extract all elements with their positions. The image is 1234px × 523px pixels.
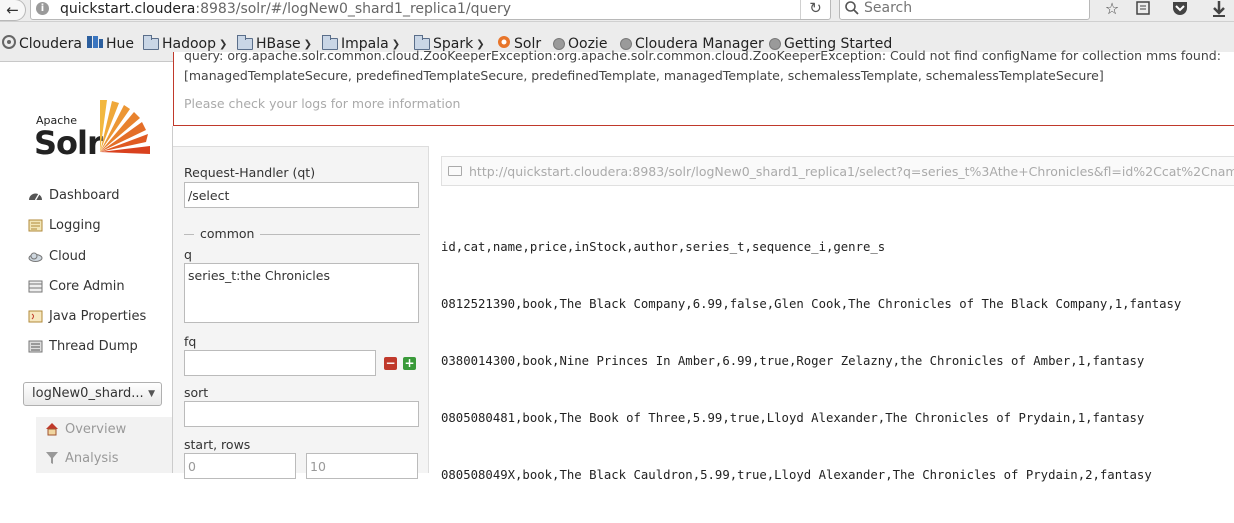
sort-input[interactable] [184,401,419,427]
reload-icon: ↻ [809,0,822,17]
sort-label: sort [184,385,209,400]
search-box[interactable] [839,0,1090,20]
error-detail: [managedTemplateSecure, predefinedTempla… [184,68,1104,83]
bookmark-star-icon[interactable]: ☆ [1102,0,1122,18]
start-input[interactable] [184,453,296,479]
request-handler-input[interactable] [184,182,419,208]
fq-label: fq [184,334,197,349]
q-textarea[interactable]: series_t:the Chronicles [184,263,419,323]
dashboard-icon [29,193,42,200]
folder-icon [143,35,159,50]
result-line: id,cat,name,price,inStock,author,series_… [441,240,886,254]
result-csv: id,cat,name,price,inStock,author,series_… [441,200,1181,523]
result-line: 0812521390,book,The Black Company,6.99,f… [441,297,1182,311]
nav-thread-dump[interactable]: Thread Dump [28,335,138,357]
nav-logging[interactable]: Logging [28,214,101,236]
hue-icon [87,35,103,53]
info-icon[interactable]: i [36,2,49,15]
back-arrow-icon: ← [6,1,19,19]
request-handler-label: Request-Handler (qt) [184,165,316,180]
add-fq-button[interactable]: + [403,357,416,370]
pocket-icon[interactable] [1170,0,1190,18]
result-url-link[interactable]: http://quickstart.cloudera:8983/solr/log… [441,156,1234,186]
filter-icon [46,452,58,464]
url-text: quickstart.cloudera:8983/solr/#/logNew0_… [60,1,511,17]
remove-fq-button[interactable]: − [384,357,397,370]
start-rows-label: start, rows [184,437,251,452]
back-button[interactable]: ← [0,0,26,21]
chevron-down-icon: ▼ [148,389,155,399]
cloud-icon [28,252,43,262]
logging-icon [28,219,43,231]
solr-admin-page: query: org.apache.solr.common.cloud.ZooK… [0,48,1234,482]
result-line: 0805080481,book,The Book of Three,5.99,t… [441,411,1145,425]
home-icon [46,423,58,436]
browser-toolbar: ← i quickstart.cloudera:8983/solr/#/logN… [0,0,1234,22]
error-hint: Please check your logs for more informat… [184,96,461,111]
result-line: 0380014300,book,Nine Princes In Amber,6.… [441,354,1145,368]
result-line: 080508049X,book,The Black Cauldron,5.99,… [441,468,1152,482]
fq-input[interactable] [184,350,376,376]
error-text: query: org.apache.solr.common.cloud.ZooK… [184,48,1221,63]
query-form: Request-Handler (qt) common q series_t:t… [173,146,429,479]
core-admin-icon [28,280,43,292]
bookmark-cloudera[interactable]: Cloudera [2,34,82,54]
search-icon [845,1,859,15]
link-icon [448,166,462,176]
nav-core-admin[interactable]: Core Admin [28,275,125,297]
minus-icon: − [385,356,396,370]
error-message-box: query: org.apache.solr.common.cloud.ZooK… [173,48,1234,126]
bookmark-hue[interactable]: Hue [87,34,134,54]
plus-icon: + [404,356,415,370]
core-menu-analysis[interactable]: Analysis [45,448,119,468]
q-label: q [184,247,192,262]
core-menu-overview[interactable]: Overview [45,419,126,439]
query-results: http://quickstart.cloudera:8983/solr/log… [430,146,1234,482]
common-fieldset: common [184,226,420,241]
rows-input[interactable] [306,453,418,479]
solr-logo[interactable]: Apache Solr [34,98,159,164]
search-input[interactable] [864,0,1084,16]
cloudera-icon [2,35,16,53]
core-selector[interactable]: logNew0_shard... ▼ [23,382,162,406]
url-bar[interactable]: i quickstart.cloudera:8983/solr/#/logNew… [30,0,831,20]
download-icon[interactable] [1209,0,1229,18]
reload-button[interactable]: ↻ [800,0,830,19]
nav-dashboard[interactable]: Dashboard [28,184,120,206]
nav-cloud[interactable]: Cloud [28,245,86,267]
java-icon [28,310,43,322]
thread-icon [28,340,43,352]
reading-list-icon[interactable] [1133,0,1153,18]
nav-java-properties[interactable]: Java Properties [28,305,146,327]
solr-sunburst-icon [100,100,150,154]
